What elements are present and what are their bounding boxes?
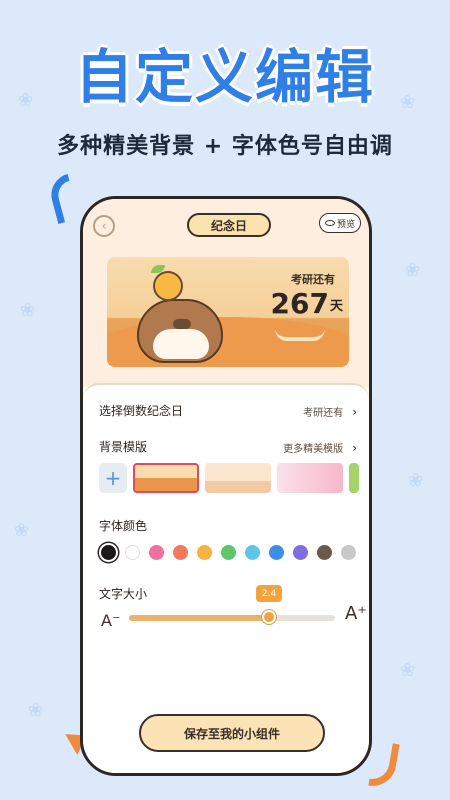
countdown-select-row[interactable]: 选择倒数纪念日 考研还有 › [99, 401, 357, 420]
swoosh-decoration [275, 329, 325, 341]
text-size-large-icon: A⁺ [345, 603, 367, 624]
text-size-row: 文字大小 [99, 585, 357, 602]
paw-icon: ❀ [20, 300, 36, 321]
font-color-swatches [101, 545, 356, 560]
eye-icon [324, 220, 335, 226]
paw-icon: ❀ [28, 700, 44, 721]
preview-label: 预览 [336, 219, 355, 230]
font-color-swatch[interactable] [341, 545, 356, 560]
slider-fill [129, 615, 270, 621]
chevron-right-icon: › [352, 405, 357, 419]
countdown-select-value: 考研还有 [303, 408, 344, 419]
card-unit: 天 [329, 299, 343, 314]
capybara-face [153, 329, 209, 359]
more-templates-label: 更多精美模版 [283, 444, 344, 455]
template-row: 背景模版 更多精美模版 › [99, 437, 357, 456]
font-color-swatch[interactable] [221, 545, 236, 560]
save-to-widget-button[interactable]: 保存至我的小组件 [139, 714, 325, 752]
template-bear[interactable] [205, 463, 271, 493]
page-title: 纪念日 [187, 213, 271, 237]
hero-title: 自定义编辑 [74, 43, 375, 111]
hero-subtitle: 多种精美背景 + 字体色号自由调 [57, 134, 393, 159]
font-color-swatch[interactable] [317, 545, 332, 560]
template-green[interactable] [349, 463, 359, 493]
capybara-illustration [137, 299, 223, 363]
font-color-swatch[interactable] [173, 545, 188, 560]
font-color-swatch[interactable] [125, 545, 140, 560]
text-size-label: 文字大小 [99, 587, 148, 601]
phone-header-area: ‹ 纪念日 预览 考研还有 267 天 [83, 199, 369, 387]
template-list: + [99, 463, 359, 497]
font-color-swatch[interactable] [293, 545, 308, 560]
back-arrow-icon[interactable]: ‹ [93, 215, 115, 237]
paw-icon: ❀ [400, 660, 416, 681]
font-color-swatch[interactable] [245, 545, 260, 560]
countdown-card: 考研还有 267 天 [107, 257, 349, 367]
decorative-stroke [46, 173, 80, 225]
font-color-swatch[interactable] [269, 545, 284, 560]
text-size-small-icon: A⁻ [101, 611, 121, 630]
paw-icon: ❀ [14, 520, 30, 541]
orange-illustration [153, 271, 183, 301]
countdown-select-label: 选择倒数纪念日 [99, 404, 184, 418]
font-color-row: 字体颜色 [99, 517, 357, 534]
template-strawberry[interactable] [277, 463, 343, 493]
card-number: 267 [270, 287, 329, 320]
template-capybara[interactable] [133, 463, 199, 493]
add-template-button[interactable]: + [99, 463, 127, 493]
font-color-swatch[interactable] [197, 545, 212, 560]
decorative-stroke [368, 740, 400, 790]
font-color-swatch[interactable] [149, 545, 164, 560]
preview-button[interactable]: 预览 [319, 213, 361, 233]
font-color-label: 字体颜色 [99, 519, 148, 533]
text-size-slider[interactable]: 2.4 [129, 585, 335, 624]
phone-mockup: ‹ 纪念日 预览 考研还有 267 天 选择倒数纪念日 考研还有 › 背景模版 … [80, 196, 372, 776]
slider-value-bubble: 2.4 [256, 585, 283, 602]
paw-icon: ❀ [405, 260, 421, 281]
slider-thumb[interactable] [262, 610, 277, 624]
paw-icon: ❀ [408, 470, 424, 491]
font-color-swatch[interactable] [101, 545, 116, 560]
template-label: 背景模版 [99, 440, 148, 454]
capybara-nose [173, 319, 191, 329]
more-templates-link[interactable]: 更多精美模版 › [283, 437, 357, 456]
chevron-right-icon: › [352, 441, 357, 455]
card-label: 考研还有 [291, 273, 335, 286]
